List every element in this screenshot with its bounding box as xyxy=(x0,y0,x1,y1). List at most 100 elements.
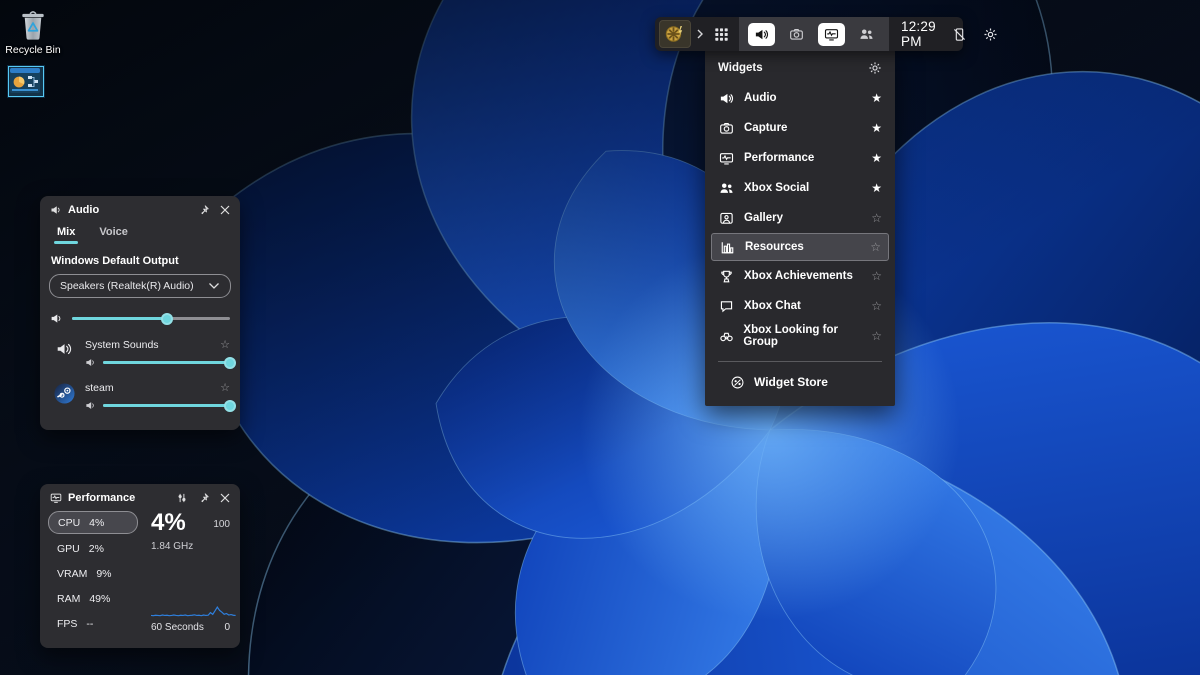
camera-icon xyxy=(718,121,735,136)
steam-volume-slider[interactable] xyxy=(103,404,230,407)
metric-ram[interactable]: RAM 49% xyxy=(48,588,138,609)
steam-app-icon xyxy=(50,381,78,411)
audio-widget-toggle-button[interactable] xyxy=(748,23,775,46)
menu-item-label: Capture xyxy=(744,122,787,134)
performance-widget-toggle-button[interactable] xyxy=(818,23,845,46)
favorite-star-icon[interactable]: ☆ xyxy=(871,211,882,225)
menu-item-label: Xbox Chat xyxy=(744,300,801,312)
people-icon xyxy=(718,181,735,196)
metric-label: FPS xyxy=(57,618,77,630)
pin-icon[interactable] xyxy=(198,204,210,216)
menu-item-label: Xbox Looking for Group xyxy=(743,324,871,348)
menu-item-audio[interactable]: Audio ★ xyxy=(705,83,895,113)
widgets-grid-icon[interactable] xyxy=(709,22,733,46)
metric-label: GPU xyxy=(57,543,80,555)
favorite-star-icon[interactable]: ☆ xyxy=(871,299,882,313)
tab-mix[interactable]: Mix xyxy=(57,226,75,244)
favorite-star-icon[interactable]: ★ xyxy=(871,181,882,195)
menu-item-gallery[interactable]: Gallery ☆ xyxy=(705,203,895,233)
output-section-label: Windows Default Output xyxy=(40,244,240,267)
tab-voice[interactable]: Voice xyxy=(99,226,128,244)
metric-fps[interactable]: FPS -- xyxy=(48,613,138,634)
photo-person-icon xyxy=(718,211,735,226)
favorite-star-icon[interactable]: ☆ xyxy=(220,381,230,394)
master-volume-row xyxy=(50,312,230,325)
selected-metric-detail: 1.84 GHz xyxy=(151,541,230,552)
monitor-pulse-icon xyxy=(50,492,62,504)
menu-item-capture[interactable]: Capture ★ xyxy=(705,113,895,143)
menu-item-xbox-social[interactable]: Xbox Social ★ xyxy=(705,173,895,203)
menu-item-xbox-chat[interactable]: Xbox Chat ☆ xyxy=(705,291,895,321)
output-device-select[interactable]: Speakers (Realtek(R) Audio) xyxy=(49,274,231,298)
system-monitor-shortcut-icon[interactable] xyxy=(8,66,44,97)
favorite-star-icon[interactable]: ☆ xyxy=(870,240,881,254)
active-game-button[interactable] xyxy=(659,20,691,48)
camera-icon xyxy=(789,27,804,42)
menu-item-label: Performance xyxy=(744,152,814,164)
speaker-icon xyxy=(754,27,769,42)
xbox-social-widget-toggle-button[interactable] xyxy=(853,23,880,46)
slider-thumb[interactable] xyxy=(224,357,236,369)
close-icon[interactable] xyxy=(220,493,230,503)
metric-gpu[interactable]: GPU 2% xyxy=(48,538,138,559)
widgets-settings-gear-icon[interactable] xyxy=(868,61,882,75)
menu-item-widget-store[interactable]: Widget Store xyxy=(705,364,895,400)
menu-item-performance[interactable]: Performance ★ xyxy=(705,143,895,173)
metric-label: VRAM xyxy=(57,568,87,580)
graph-x-axis: 60 Seconds 0 xyxy=(151,622,230,633)
slider-thumb[interactable] xyxy=(161,313,173,325)
speaker-icon xyxy=(718,91,735,106)
menu-item-xbox-lfg[interactable]: Xbox Looking for Group ☆ xyxy=(705,321,895,351)
speaker-icon xyxy=(50,312,63,325)
favorite-star-icon[interactable]: ★ xyxy=(871,151,882,165)
desktop: Recycle Bin xyxy=(0,0,1200,675)
metric-detail: 4% 100 1.84 GHz 60 Seconds 0 xyxy=(138,511,230,637)
performance-body: CPU 4% GPU 2% VRAM 9% RAM 49% FPS -- xyxy=(40,508,240,637)
bar-chart-icon xyxy=(719,240,736,255)
notifications-off-icon[interactable] xyxy=(952,27,967,42)
metric-label: CPU xyxy=(58,517,80,529)
widget-store-label: Widget Store xyxy=(754,375,828,389)
metric-list: CPU 4% GPU 2% VRAM 9% RAM 49% FPS -- xyxy=(48,511,138,637)
system-sounds-volume-slider[interactable] xyxy=(103,361,230,364)
output-device-value: Speakers (Realtek(R) Audio) xyxy=(60,280,194,292)
game-icon xyxy=(663,23,687,45)
favorite-star-icon[interactable]: ★ xyxy=(871,91,882,105)
widgets-menu: Widgets Audio ★ Capture ★ xyxy=(705,50,895,406)
favorite-star-icon[interactable]: ☆ xyxy=(871,329,882,343)
slider-thumb[interactable] xyxy=(224,400,236,412)
chevron-down-icon xyxy=(208,282,220,290)
menu-item-label: Audio xyxy=(744,92,777,104)
performance-widget-header: Performance xyxy=(40,484,240,508)
options-sliders-icon[interactable] xyxy=(176,492,188,504)
favorite-star-icon[interactable]: ★ xyxy=(871,121,882,135)
capture-widget-toggle-button[interactable] xyxy=(783,23,810,46)
channel-name: steam xyxy=(85,382,114,394)
system-monitor-glyph xyxy=(9,67,41,94)
metric-vram[interactable]: VRAM 9% xyxy=(48,563,138,584)
settings-gear-icon[interactable] xyxy=(983,27,998,42)
close-icon[interactable] xyxy=(220,205,230,215)
favorite-star-icon[interactable]: ☆ xyxy=(220,338,230,351)
performance-widget-panel: Performance CPU 4% GPU xyxy=(40,484,240,648)
favorite-star-icon[interactable]: ☆ xyxy=(871,269,882,283)
chat-bubble-icon xyxy=(718,299,735,314)
channel-row-steam: steam ☆ xyxy=(50,381,230,411)
pin-icon[interactable] xyxy=(198,492,210,504)
metric-label: RAM xyxy=(57,593,80,605)
chevron-right-icon[interactable] xyxy=(696,28,704,40)
menu-item-label: Xbox Achievements xyxy=(744,270,853,282)
binoculars-icon xyxy=(718,329,734,344)
metric-cpu[interactable]: CPU 4% xyxy=(48,511,138,534)
graph-ymin-label: 0 xyxy=(224,622,230,633)
speaker-icon xyxy=(50,204,62,216)
menu-item-xbox-achievements[interactable]: Xbox Achievements ☆ xyxy=(705,261,895,291)
people-icon xyxy=(859,27,874,42)
audio-widget-title: Audio xyxy=(68,204,99,216)
toolbar-right-section: 12:29 PM xyxy=(889,19,1010,49)
recycle-bin-icon[interactable]: Recycle Bin xyxy=(2,8,64,56)
audio-widget-header: Audio xyxy=(40,196,240,220)
menu-item-resources[interactable]: Resources ☆ xyxy=(711,233,889,261)
master-volume-slider[interactable] xyxy=(72,317,230,320)
metric-value: 49% xyxy=(89,593,110,605)
